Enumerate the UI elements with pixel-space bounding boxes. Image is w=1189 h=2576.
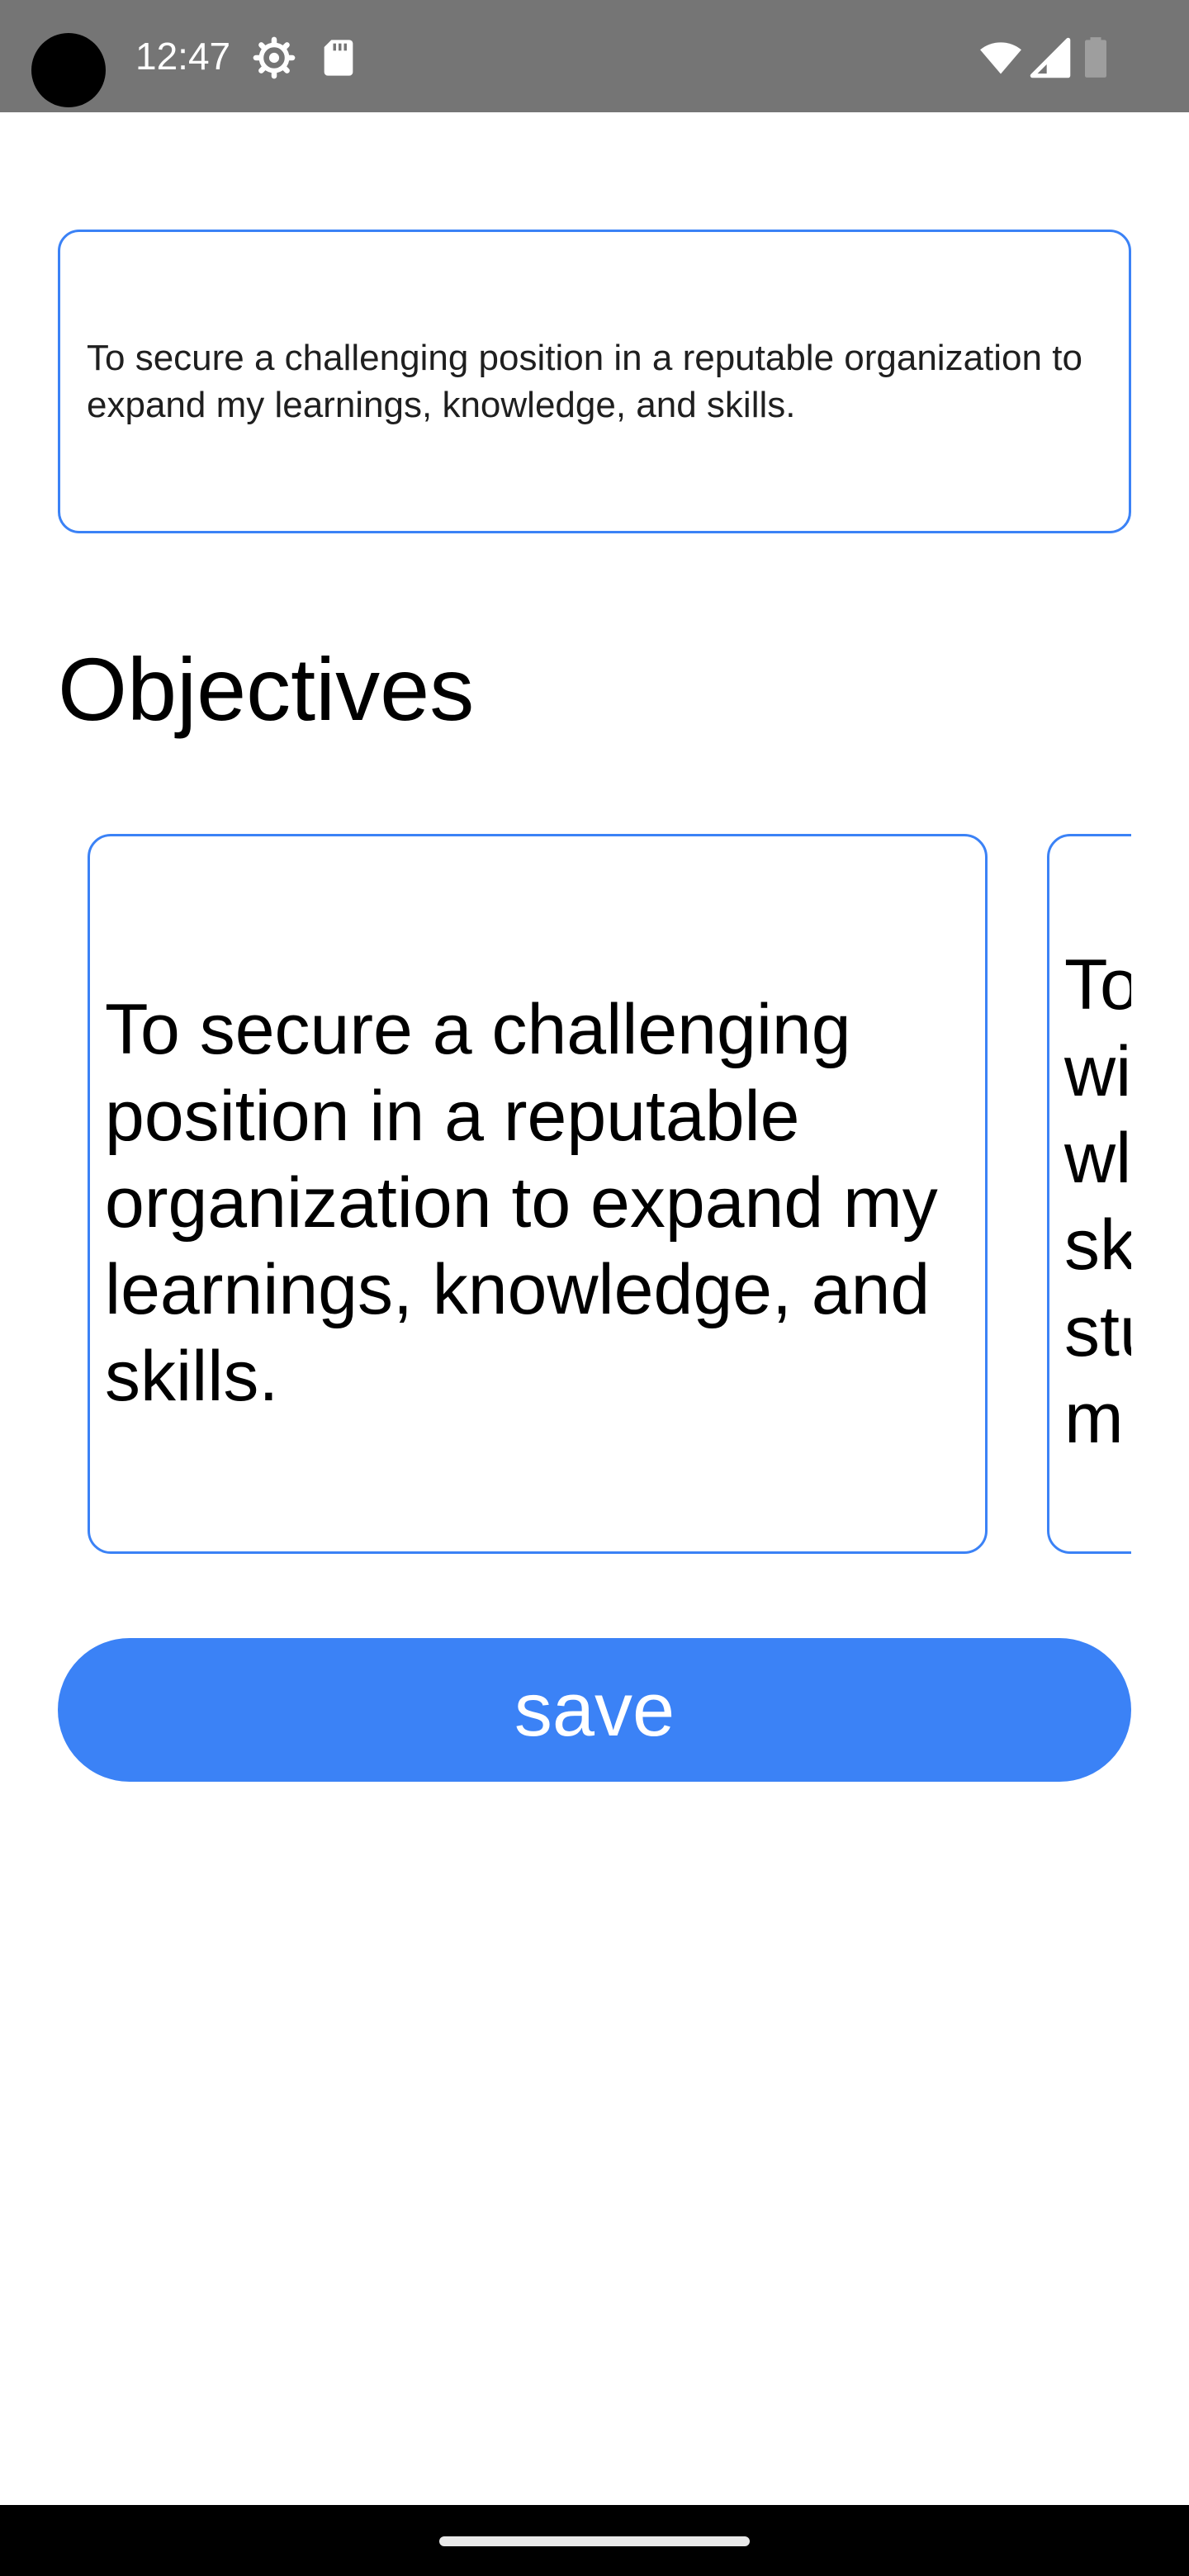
home-indicator[interactable] bbox=[439, 2536, 750, 2546]
cell-signal-icon bbox=[1029, 36, 1072, 79]
summary-text-field[interactable]: To secure a challenging position in a re… bbox=[58, 230, 1131, 533]
settings-gear-icon bbox=[253, 36, 296, 79]
sd-card-icon bbox=[317, 36, 360, 79]
objectives-heading: Objectives bbox=[58, 639, 475, 739]
camera-cutout bbox=[31, 33, 106, 107]
objectives-carousel[interactable]: To secure a challenging position in a re… bbox=[58, 831, 1131, 1554]
wifi-icon bbox=[979, 36, 1022, 79]
objective-card[interactable]: To wi wl sk stu m bbox=[1047, 834, 1131, 1554]
status-bar: 12:47 bbox=[0, 0, 1189, 112]
battery-icon bbox=[1082, 36, 1110, 79]
summary-text: To secure a challenging position in a re… bbox=[87, 338, 1082, 425]
objective-card-text: To secure a challenging position in a re… bbox=[105, 990, 938, 1416]
save-button[interactable]: save bbox=[58, 1638, 1131, 1782]
status-time: 12:47 bbox=[135, 35, 231, 78]
objective-card-text: To wi wl sk stu m bbox=[1064, 945, 1131, 1458]
objective-card[interactable]: To secure a challenging position in a re… bbox=[88, 834, 988, 1554]
objectives-screen: 12:47 To secure a challenging position i… bbox=[0, 0, 1189, 2576]
navigation-bar bbox=[0, 2505, 1189, 2576]
